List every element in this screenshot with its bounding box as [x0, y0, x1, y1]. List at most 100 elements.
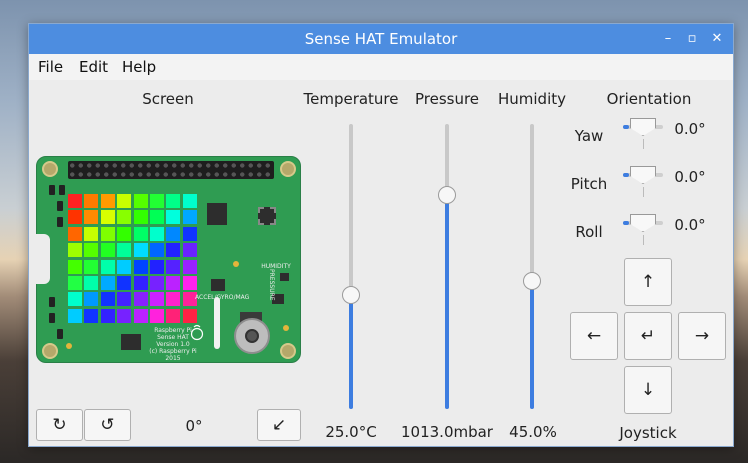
led-pixel[interactable] [68, 275, 82, 290]
led-pixel[interactable] [117, 243, 132, 258]
pin-pad [66, 343, 72, 349]
temperature-slider-handle[interactable] [342, 286, 360, 304]
led-pixel[interactable] [149, 308, 164, 323]
led-pixel[interactable] [84, 259, 99, 274]
led-pixel[interactable] [166, 210, 181, 225]
led-pixel[interactable] [117, 194, 132, 208]
pitch-slider-handle[interactable] [630, 166, 656, 184]
led-pixel[interactable] [182, 275, 197, 290]
roll-label: Roll [575, 223, 603, 241]
led-pixel[interactable] [68, 194, 82, 208]
led-pixel[interactable] [133, 292, 148, 307]
led-pixel[interactable] [84, 243, 99, 258]
mount-hole [42, 161, 58, 177]
joystick-right-button[interactable]: → [678, 312, 726, 360]
led-pixel[interactable] [182, 194, 197, 208]
led-pixel[interactable] [166, 275, 181, 290]
led-pixel[interactable] [100, 226, 115, 241]
led-pixel[interactable] [133, 308, 148, 323]
mount-hole [280, 343, 296, 359]
led-pixel[interactable] [117, 226, 132, 241]
led-pixel[interactable] [182, 259, 197, 274]
led-pixel[interactable] [133, 243, 148, 258]
led-pixel[interactable] [133, 275, 148, 290]
led-pixel[interactable] [133, 226, 148, 241]
led-pixel[interactable] [68, 210, 82, 225]
led-pixel[interactable] [149, 226, 164, 241]
led-pixel[interactable] [100, 275, 115, 290]
minimize-button[interactable]: – [657, 24, 679, 54]
led-pixel[interactable] [166, 226, 181, 241]
led-pixel[interactable] [133, 259, 148, 274]
led-pixel[interactable] [117, 292, 132, 307]
led-pixel[interactable] [182, 308, 197, 323]
led-pixel[interactable] [84, 226, 99, 241]
led-pixel[interactable] [117, 308, 132, 323]
title-bar[interactable]: Sense HAT Emulator – ▫ ✕ [29, 24, 733, 54]
pressure-slider-handle[interactable] [438, 186, 456, 205]
joystick-up-button[interactable]: ↑ [624, 258, 672, 306]
led-pixel[interactable] [149, 259, 164, 274]
led-pixel[interactable] [133, 194, 148, 208]
yaw-slider-handle[interactable] [630, 118, 656, 136]
led-pixel[interactable] [182, 226, 197, 241]
flip-button[interactable]: ↙ [257, 409, 301, 441]
mount-hole [280, 161, 296, 177]
menu-help[interactable]: Help [122, 58, 156, 76]
led-pixel[interactable] [166, 194, 181, 208]
led-pixel[interactable] [68, 308, 82, 323]
led-pixel[interactable] [149, 275, 164, 290]
menu-edit[interactable]: Edit [79, 58, 108, 76]
led-pixel[interactable] [149, 210, 164, 225]
temperature-value: 25.0°C [325, 423, 377, 441]
led-pixel[interactable] [100, 292, 115, 307]
humidity-slider-fill [530, 280, 534, 409]
rotation-value: 0° [185, 417, 203, 435]
led-pixel[interactable] [68, 259, 82, 274]
joystick-left-button[interactable]: ← [570, 312, 618, 360]
close-button[interactable]: ✕ [706, 24, 728, 54]
roll-slider-handle[interactable] [630, 214, 656, 232]
humidity-slider-handle[interactable] [523, 271, 541, 290]
led-pixel[interactable] [117, 275, 132, 290]
led-pixel[interactable] [100, 243, 115, 258]
led-pixel[interactable] [84, 275, 99, 290]
led-pixel[interactable] [149, 292, 164, 307]
led-pixel[interactable] [100, 194, 115, 208]
smd-component [49, 313, 55, 323]
sense-hat-emulator-window: Sense HAT Emulator – ▫ ✕ File Edit Help … [28, 23, 734, 447]
temperature-slider[interactable] [349, 124, 353, 409]
menu-file[interactable]: File [38, 58, 63, 76]
led-pixel[interactable] [149, 243, 164, 258]
led-pixel[interactable] [68, 292, 82, 307]
humidity-slider[interactable] [530, 124, 534, 409]
led-pixel[interactable] [84, 292, 99, 307]
led-pixel[interactable] [117, 210, 132, 225]
pressure-slider[interactable] [445, 124, 449, 409]
led-pixel[interactable] [117, 259, 132, 274]
joystick-enter-button[interactable]: ↵ [624, 312, 672, 360]
led-pixel[interactable] [182, 210, 197, 225]
led-pixel[interactable] [100, 308, 115, 323]
accel-silk-label: ACCEL/GYRO/MAG [195, 294, 250, 301]
joystick-down-button[interactable]: ↓ [624, 366, 672, 414]
led-pixel[interactable] [100, 210, 115, 225]
rotate-counterclockwise-button[interactable]: ↺ [84, 409, 131, 441]
led-pixel[interactable] [133, 210, 148, 225]
led-pixel[interactable] [166, 308, 181, 323]
maximize-button[interactable]: ▫ [681, 24, 703, 54]
led-pixel[interactable] [166, 243, 181, 258]
led-pixel[interactable] [84, 308, 99, 323]
led-pixel[interactable] [84, 194, 99, 208]
led-pixel[interactable] [166, 259, 181, 274]
led-pixel[interactable] [68, 243, 82, 258]
led-pixel[interactable] [166, 292, 181, 307]
rotate-clockwise-button[interactable]: ↻ [36, 409, 83, 441]
pitch-tick [643, 187, 644, 197]
led-pixel[interactable] [182, 243, 197, 258]
led-pixel[interactable] [84, 210, 99, 225]
led-pixel[interactable] [149, 194, 164, 208]
led-pixel[interactable] [100, 259, 115, 274]
led-pixel[interactable] [68, 226, 82, 241]
roll-value: 0.0° [674, 216, 706, 234]
